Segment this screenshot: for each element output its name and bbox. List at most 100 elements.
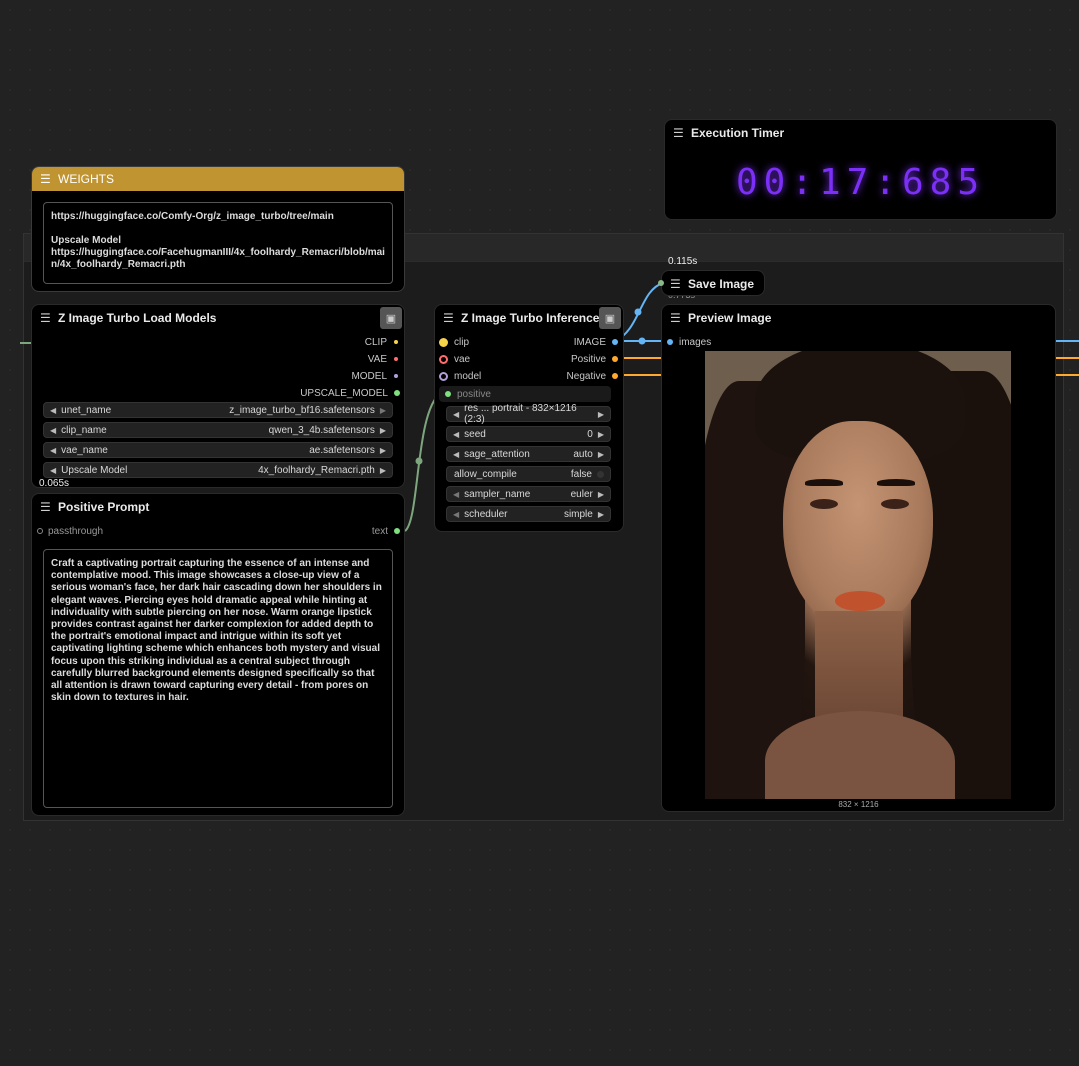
menu-icon[interactable]: ☰	[673, 126, 684, 140]
arrow-right-icon[interactable]: ▶	[380, 426, 386, 435]
preview-image-node[interactable]: ☰ Preview Image images 832 × 1216	[661, 304, 1056, 812]
widget-unet-name[interactable]: ◀ unet_name z_image_turbo_bf16.safetensor…	[43, 402, 393, 418]
arrow-left-icon[interactable]: ◀	[50, 426, 56, 435]
widget-sage-attention[interactable]: ◀ sage_attention auto ▶	[446, 446, 611, 462]
image-preview-icon[interactable]: ▣	[380, 307, 402, 329]
inference-node[interactable]: ☰ Z Image Turbo Inference ▣ clip vae mod…	[434, 304, 624, 532]
prompt-title: Positive Prompt	[58, 500, 150, 514]
positive-output-label: Positive	[570, 353, 606, 365]
output-clip[interactable]: CLIP	[365, 335, 398, 349]
image-slot-dot[interactable]	[612, 339, 618, 345]
portrait-lips	[835, 591, 885, 611]
widget-resolution[interactable]: ◀ res ... portrait - 832×1216 (2:3) ▶	[446, 403, 611, 425]
load-models-node[interactable]: ☰ Z Image Turbo Load Models ▣ CLIP VAE M…	[31, 304, 405, 488]
execution-timer-node[interactable]: ☰ Execution Timer 00:17:685	[664, 119, 1057, 220]
positive-input-label: positive	[457, 388, 491, 400]
arrow-left-icon[interactable]: ◀	[453, 430, 459, 439]
load-models-time-badge: 0.065s	[39, 478, 70, 489]
input-model[interactable]: model	[439, 369, 481, 383]
weights-title-bar: ☰ WEIGHTS	[32, 167, 404, 191]
widget-label: scheduler	[464, 508, 508, 520]
output-model[interactable]: MODEL	[351, 369, 398, 383]
save-image-title: Save Image	[688, 277, 755, 291]
menu-icon[interactable]: ☰	[670, 311, 681, 325]
widget-label: Upscale Model	[61, 464, 128, 476]
input-passthrough[interactable]: passthrough	[37, 524, 103, 538]
passthrough-slot-dot[interactable]	[37, 528, 43, 534]
save-image-input-dot[interactable]	[658, 280, 664, 286]
clip-input-label: clip	[454, 336, 470, 348]
image-preview-icon[interactable]: ▣	[599, 307, 621, 329]
arrow-left-icon[interactable]: ◀	[453, 510, 459, 519]
widget-seed[interactable]: ◀ seed 0 ▶	[446, 426, 611, 442]
arrow-right-icon[interactable]: ▶	[598, 490, 604, 499]
arrow-right-icon[interactable]: ▶	[380, 406, 386, 415]
input-vae[interactable]: vae	[439, 352, 470, 366]
model-slot-dot[interactable]	[394, 374, 398, 378]
weights-note-node[interactable]: ☰ WEIGHTS https://huggingface.co/Comfy-O…	[31, 166, 405, 292]
menu-icon[interactable]: ☰	[40, 500, 51, 514]
upscale-slot-dot[interactable]	[394, 390, 400, 396]
weights-text[interactable]: https://huggingface.co/Comfy-Org/z_image…	[43, 202, 393, 284]
widget-vae-name[interactable]: ◀ vae_name ae.safetensors ▶	[43, 442, 393, 458]
preview-title-bar: ☰ Preview Image	[662, 305, 1055, 331]
clip-slot-dot[interactable]	[394, 340, 398, 344]
arrow-right-icon[interactable]: ▶	[598, 450, 604, 459]
arrow-left-icon[interactable]: ◀	[50, 406, 56, 415]
widget-label: sampler_name	[464, 488, 531, 500]
widget-sampler-name[interactable]: ◀ sampler_name euler ▶	[446, 486, 611, 502]
input-clip[interactable]: clip	[439, 335, 469, 349]
output-negative[interactable]: Negative	[567, 369, 618, 383]
negative-slot-dot[interactable]	[612, 373, 618, 379]
widget-scheduler[interactable]: ◀ scheduler simple ▶	[446, 506, 611, 522]
arrow-right-icon[interactable]: ▶	[598, 410, 604, 419]
arrow-right-icon[interactable]: ▶	[380, 446, 386, 455]
images-input-dot[interactable]	[667, 339, 673, 345]
portrait-brow-right	[877, 479, 915, 486]
vae-input-label: vae	[454, 353, 471, 365]
widget-value: false	[570, 468, 592, 480]
output-vae[interactable]: VAE	[368, 352, 398, 366]
load-models-title: Z Image Turbo Load Models	[58, 311, 217, 325]
widget-value: euler	[570, 488, 593, 500]
arrow-left-icon[interactable]: ◀	[50, 466, 56, 475]
portrait-brow-left	[805, 479, 843, 486]
timer-title-bar: ☰ Execution Timer	[665, 120, 1056, 146]
output-model-label: MODEL	[351, 370, 387, 382]
arrow-left-icon[interactable]: ◀	[453, 490, 459, 499]
output-text[interactable]: text	[372, 524, 400, 538]
menu-icon[interactable]: ☰	[40, 172, 51, 186]
output-image[interactable]: IMAGE	[574, 335, 618, 349]
arrow-left-icon[interactable]: ◀	[50, 446, 56, 455]
arrow-left-icon[interactable]: ◀	[453, 410, 459, 419]
arrow-right-icon[interactable]: ▶	[598, 430, 604, 439]
positive-prompt-node[interactable]: ☰ Positive Prompt passthrough text Craft…	[31, 493, 405, 816]
widget-label: vae_name	[61, 444, 108, 456]
widget-allow-compile[interactable]: allow_compile false	[446, 466, 611, 482]
input-images[interactable]: images	[667, 335, 711, 349]
menu-icon[interactable]: ☰	[670, 277, 681, 291]
save-image-node[interactable]: ☰ Save Image	[661, 270, 765, 296]
toggle-icon[interactable]	[597, 470, 604, 478]
output-positive[interactable]: Positive	[571, 352, 618, 366]
widget-upscale-model[interactable]: ◀ Upscale Model 4x_foolhardy_Remacri.pth ▶	[43, 462, 393, 478]
text-slot-dot[interactable]	[394, 528, 400, 534]
arrow-right-icon[interactable]: ▶	[380, 466, 386, 475]
model-input-dot[interactable]	[439, 371, 448, 381]
clip-input-dot[interactable]	[439, 337, 448, 347]
vae-slot-dot[interactable]	[394, 357, 398, 361]
menu-icon[interactable]: ☰	[40, 311, 51, 325]
preview-portrait-image[interactable]	[705, 351, 1011, 799]
output-upscale-model[interactable]: UPSCALE_MODEL	[300, 386, 400, 400]
arrow-right-icon[interactable]: ▶	[598, 510, 604, 519]
vae-input-dot[interactable]	[439, 354, 448, 364]
positive-slot-dot[interactable]	[612, 356, 618, 362]
positive-input-dot[interactable]	[445, 391, 451, 397]
widget-clip-name[interactable]: ◀ clip_name qwen_3_4b.safetensors ▶	[43, 422, 393, 438]
menu-icon[interactable]: ☰	[443, 311, 454, 325]
portrait-eye-left	[810, 499, 838, 509]
prompt-textarea[interactable]: Craft a captivating portrait capturing t…	[43, 549, 393, 808]
positive-input-widget[interactable]: positive	[439, 386, 611, 402]
model-input-label: model	[454, 370, 482, 382]
arrow-left-icon[interactable]: ◀	[453, 450, 459, 459]
